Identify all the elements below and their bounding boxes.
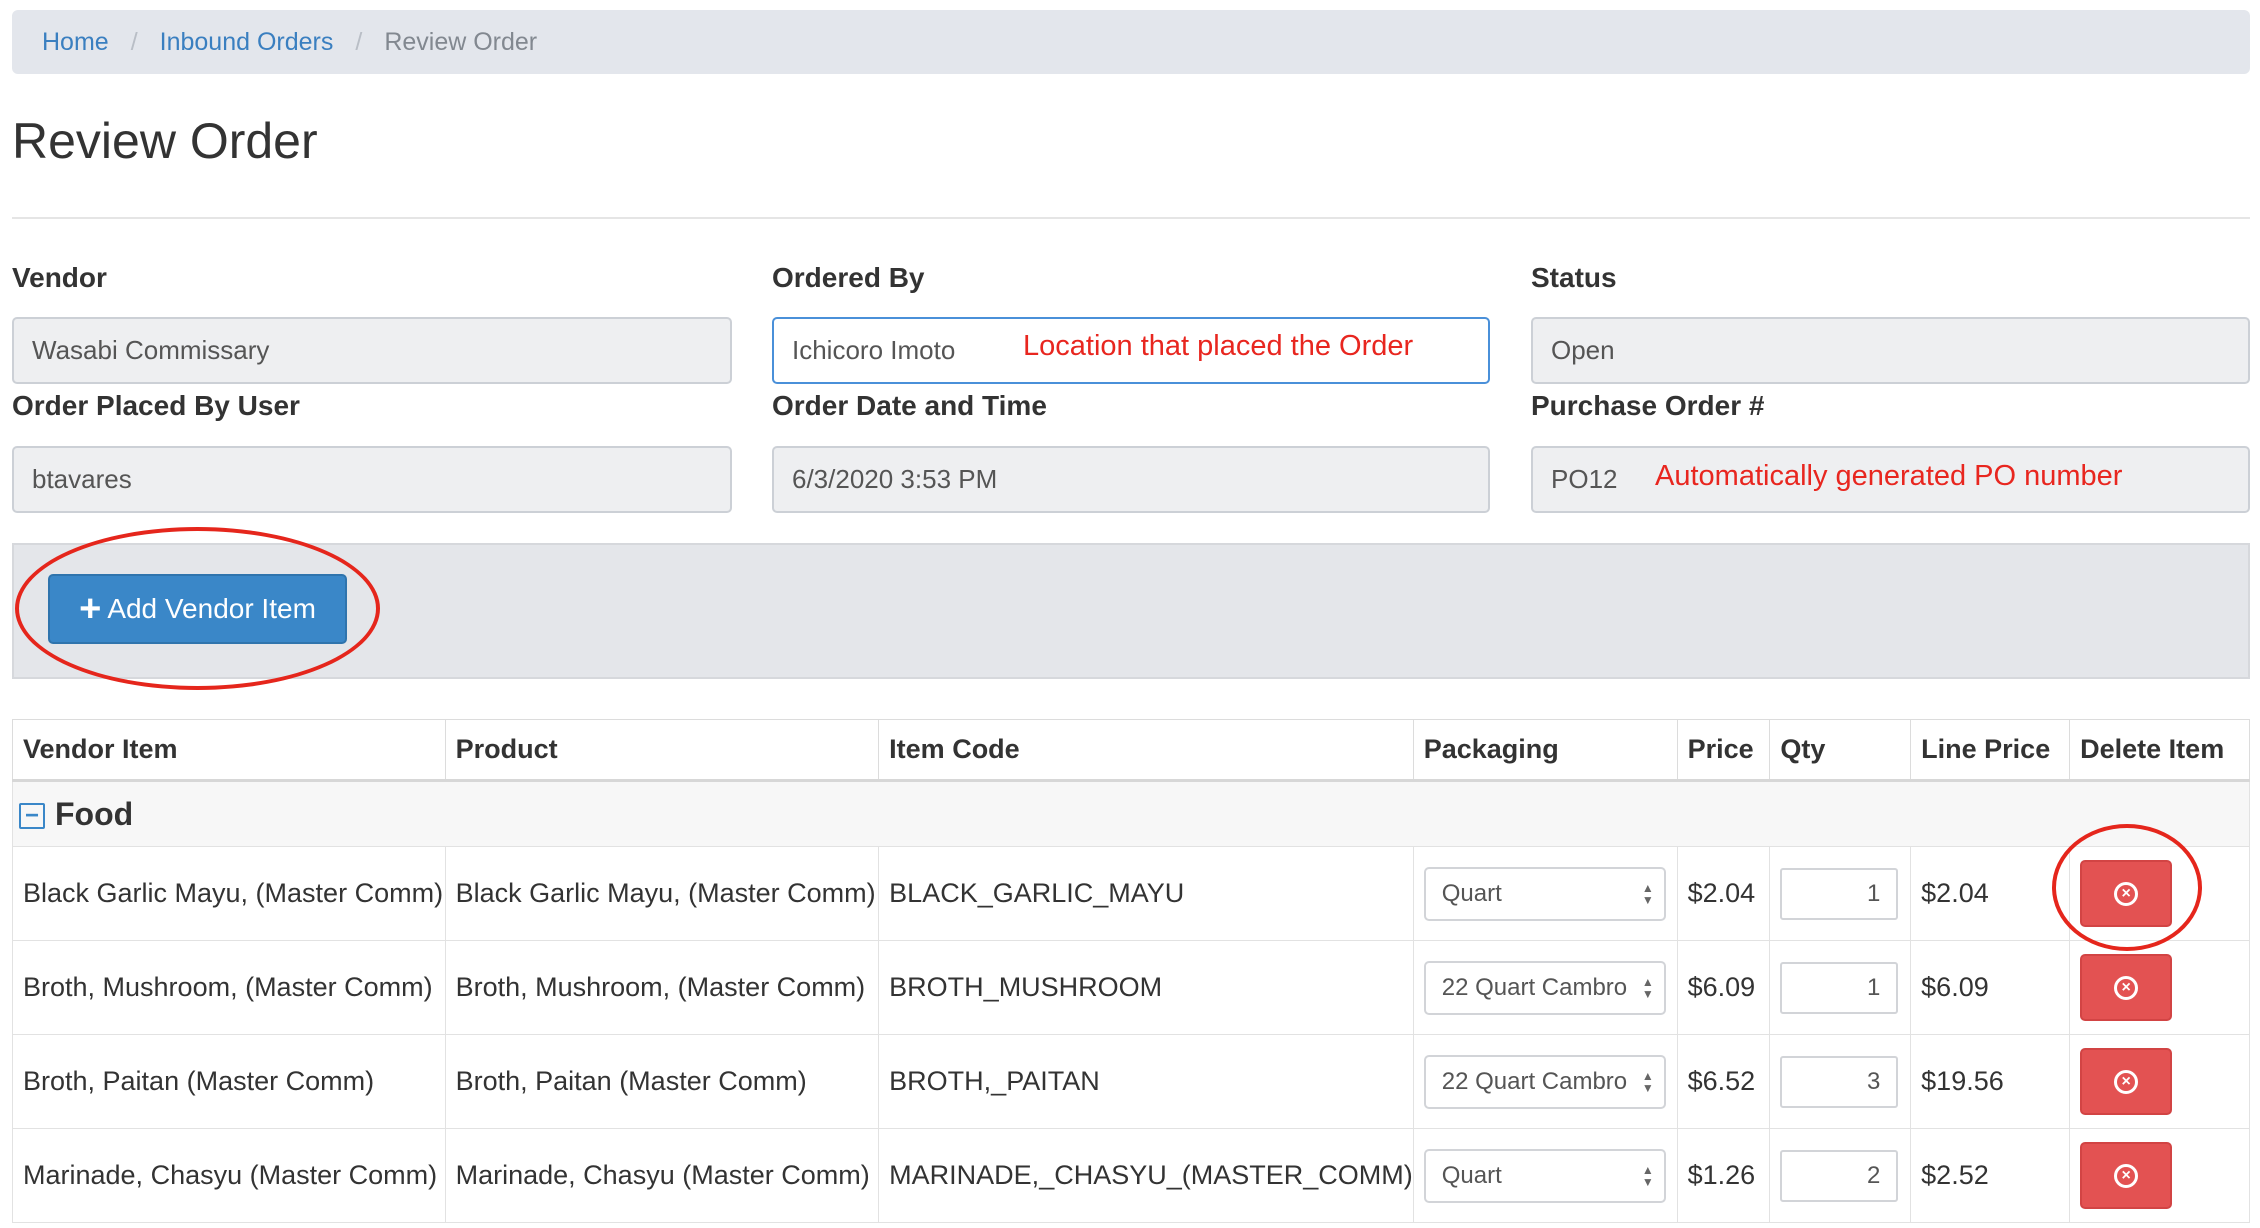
col-header-price[interactable]: Price bbox=[1676, 719, 1771, 782]
table-row: Marinade, Chasyu (Master Comm) Marinade,… bbox=[12, 1128, 2250, 1223]
packaging-select[interactable]: Quart ▲ ▼ bbox=[1423, 866, 1666, 921]
vendor-value: Wasabi Commissary bbox=[32, 335, 270, 365]
cell-line-price: $19.56 bbox=[1910, 1034, 2071, 1129]
minus-square-icon[interactable]: − bbox=[19, 803, 45, 830]
ordered-by-value: Ichicoro Imoto bbox=[792, 335, 956, 365]
cell-vendor-item: Black Garlic Mayu, (Master Comm) bbox=[12, 846, 446, 941]
cell-delete: × bbox=[2069, 1034, 2250, 1129]
cell-packaging: 22 Quart Cambro ▲ ▼ bbox=[1412, 1034, 1678, 1129]
order-items-table: Vendor Item Product Item Code Packaging … bbox=[12, 719, 2250, 1223]
breadcrumb-separator: / bbox=[130, 27, 138, 56]
delete-item-button[interactable]: × bbox=[2080, 1048, 2173, 1115]
order-date-field[interactable]: 6/3/2020 3:53 PM bbox=[772, 446, 1490, 513]
po-number-label: Purchase Order # bbox=[1531, 390, 1765, 421]
table-header-row: Vendor Item Product Item Code Packaging … bbox=[12, 719, 2250, 782]
status-value: Open bbox=[1551, 335, 1615, 365]
highlight-circle-add-button bbox=[15, 527, 380, 690]
close-circle-icon: × bbox=[2114, 1069, 2139, 1094]
cell-vendor-item: Marinade, Chasyu (Master Comm) bbox=[12, 1128, 446, 1223]
col-header-item-code[interactable]: Item Code bbox=[878, 719, 1414, 782]
packaging-value: Quart bbox=[1441, 879, 1502, 907]
table-row: Broth, Paitan (Master Comm) Broth, Paita… bbox=[12, 1034, 2250, 1129]
packaging-value: 22 Quart Cambro bbox=[1441, 1067, 1628, 1095]
cell-packaging: Quart ▲ ▼ bbox=[1412, 1128, 1678, 1223]
col-header-qty[interactable]: Qty bbox=[1769, 719, 1912, 782]
col-header-vendor-item[interactable]: Vendor Item bbox=[12, 719, 446, 782]
cell-item-code: BROTH_MUSHROOM bbox=[878, 940, 1414, 1035]
cell-qty: 1 bbox=[1769, 846, 1912, 941]
packaging-select[interactable]: Quart ▲ ▼ bbox=[1423, 1148, 1666, 1203]
status-label: Status bbox=[1531, 262, 1617, 293]
qty-input[interactable]: 3 bbox=[1780, 1055, 1899, 1108]
cell-qty: 3 bbox=[1769, 1034, 1912, 1129]
ordered-by-label: Ordered By bbox=[772, 262, 925, 293]
cell-qty: 2 bbox=[1769, 1128, 1912, 1223]
cell-delete: × bbox=[2069, 940, 2250, 1035]
packaging-select[interactable]: 22 Quart Cambro ▲ ▼ bbox=[1423, 960, 1666, 1015]
col-header-packaging[interactable]: Packaging bbox=[1412, 719, 1678, 782]
table-row: Broth, Mushroom, (Master Comm) Broth, Mu… bbox=[12, 940, 2250, 1035]
cell-vendor-item: Broth, Paitan (Master Comm) bbox=[12, 1034, 446, 1129]
qty-input[interactable]: 1 bbox=[1780, 867, 1899, 920]
breadcrumb-home-link[interactable]: Home bbox=[42, 28, 109, 57]
table-row: Black Garlic Mayu, (Master Comm) Black G… bbox=[12, 846, 2250, 941]
packaging-value: 22 Quart Cambro bbox=[1441, 973, 1628, 1001]
cell-price: $2.04 bbox=[1676, 846, 1771, 941]
po-number-value: PO12 bbox=[1551, 464, 1618, 494]
cell-product: Broth, Paitan (Master Comm) bbox=[444, 1034, 880, 1129]
col-header-delete-item[interactable]: Delete Item bbox=[2069, 719, 2250, 782]
close-circle-icon: × bbox=[2114, 1163, 2139, 1188]
order-date-value: 6/3/2020 3:53 PM bbox=[792, 464, 998, 494]
delete-item-button[interactable]: × bbox=[2080, 954, 2173, 1021]
packaging-select[interactable]: 22 Quart Cambro ▲ ▼ bbox=[1423, 1054, 1666, 1109]
cell-packaging: 22 Quart Cambro ▲ ▼ bbox=[1412, 940, 1678, 1035]
breadcrumb-current: Review Order bbox=[384, 27, 538, 56]
po-number-annotation: Automatically generated PO number bbox=[1655, 460, 2123, 492]
cell-price: $6.09 bbox=[1676, 940, 1771, 1035]
group-row-food: − Food bbox=[12, 780, 2250, 847]
delete-item-button[interactable]: × bbox=[2080, 1142, 2173, 1209]
breadcrumb-separator: / bbox=[355, 27, 363, 56]
cell-delete: × bbox=[2069, 1128, 2250, 1223]
select-arrows-icon: ▲ ▼ bbox=[1641, 974, 1654, 1001]
cell-qty: 1 bbox=[1769, 940, 1912, 1035]
packaging-value: Quart bbox=[1441, 1161, 1502, 1189]
status-field[interactable]: Open bbox=[1531, 317, 2250, 384]
qty-input[interactable]: 2 bbox=[1780, 1149, 1899, 1202]
cell-price: $1.26 bbox=[1676, 1128, 1771, 1223]
cell-packaging: Quart ▲ ▼ bbox=[1412, 846, 1678, 941]
cell-item-code: MARINADE,_CHASYU_(MASTER_COMM) bbox=[878, 1128, 1414, 1223]
group-cell: − Food bbox=[12, 780, 2250, 847]
ordered-by-annotation: Location that placed the Order bbox=[1023, 330, 1414, 362]
col-header-product[interactable]: Product bbox=[444, 719, 880, 782]
cell-line-price: $6.09 bbox=[1910, 940, 2071, 1035]
close-circle-icon: × bbox=[2114, 975, 2139, 1000]
qty-input[interactable]: 1 bbox=[1780, 961, 1899, 1014]
cell-line-price: $2.04 bbox=[1910, 846, 2071, 941]
col-header-line-price[interactable]: Line Price bbox=[1910, 719, 2071, 782]
cell-item-code: BLACK_GARLIC_MAYU bbox=[878, 846, 1414, 941]
order-date-label: Order Date and Time bbox=[772, 390, 1047, 421]
title-divider bbox=[12, 217, 2250, 219]
cell-line-price: $2.52 bbox=[1910, 1128, 2071, 1223]
placed-by-user-label: Order Placed By User bbox=[12, 390, 300, 421]
cell-product: Broth, Mushroom, (Master Comm) bbox=[444, 940, 880, 1035]
highlight-circle-delete-button bbox=[2052, 824, 2202, 951]
vendor-label: Vendor bbox=[12, 262, 107, 293]
vendor-field[interactable]: Wasabi Commissary bbox=[12, 317, 732, 384]
cell-product: Marinade, Chasyu (Master Comm) bbox=[444, 1128, 880, 1223]
group-label: Food bbox=[55, 795, 134, 832]
placed-by-user-field[interactable]: btavares bbox=[12, 446, 732, 513]
select-arrows-icon: ▲ ▼ bbox=[1641, 1162, 1654, 1189]
placed-by-user-value: btavares bbox=[32, 464, 132, 494]
select-arrows-icon: ▲ ▼ bbox=[1641, 1068, 1654, 1095]
cell-price: $6.52 bbox=[1676, 1034, 1771, 1129]
page-title: Review Order bbox=[12, 113, 318, 169]
cell-vendor-item: Broth, Mushroom, (Master Comm) bbox=[12, 940, 446, 1035]
cell-product: Black Garlic Mayu, (Master Comm) bbox=[444, 846, 880, 941]
breadcrumb: Home / Inbound Orders / Review Order bbox=[12, 10, 2250, 74]
select-arrows-icon: ▲ ▼ bbox=[1641, 880, 1654, 907]
breadcrumb-inbound-orders-link[interactable]: Inbound Orders bbox=[160, 28, 334, 57]
cell-item-code: BROTH,_PAITAN bbox=[878, 1034, 1414, 1129]
